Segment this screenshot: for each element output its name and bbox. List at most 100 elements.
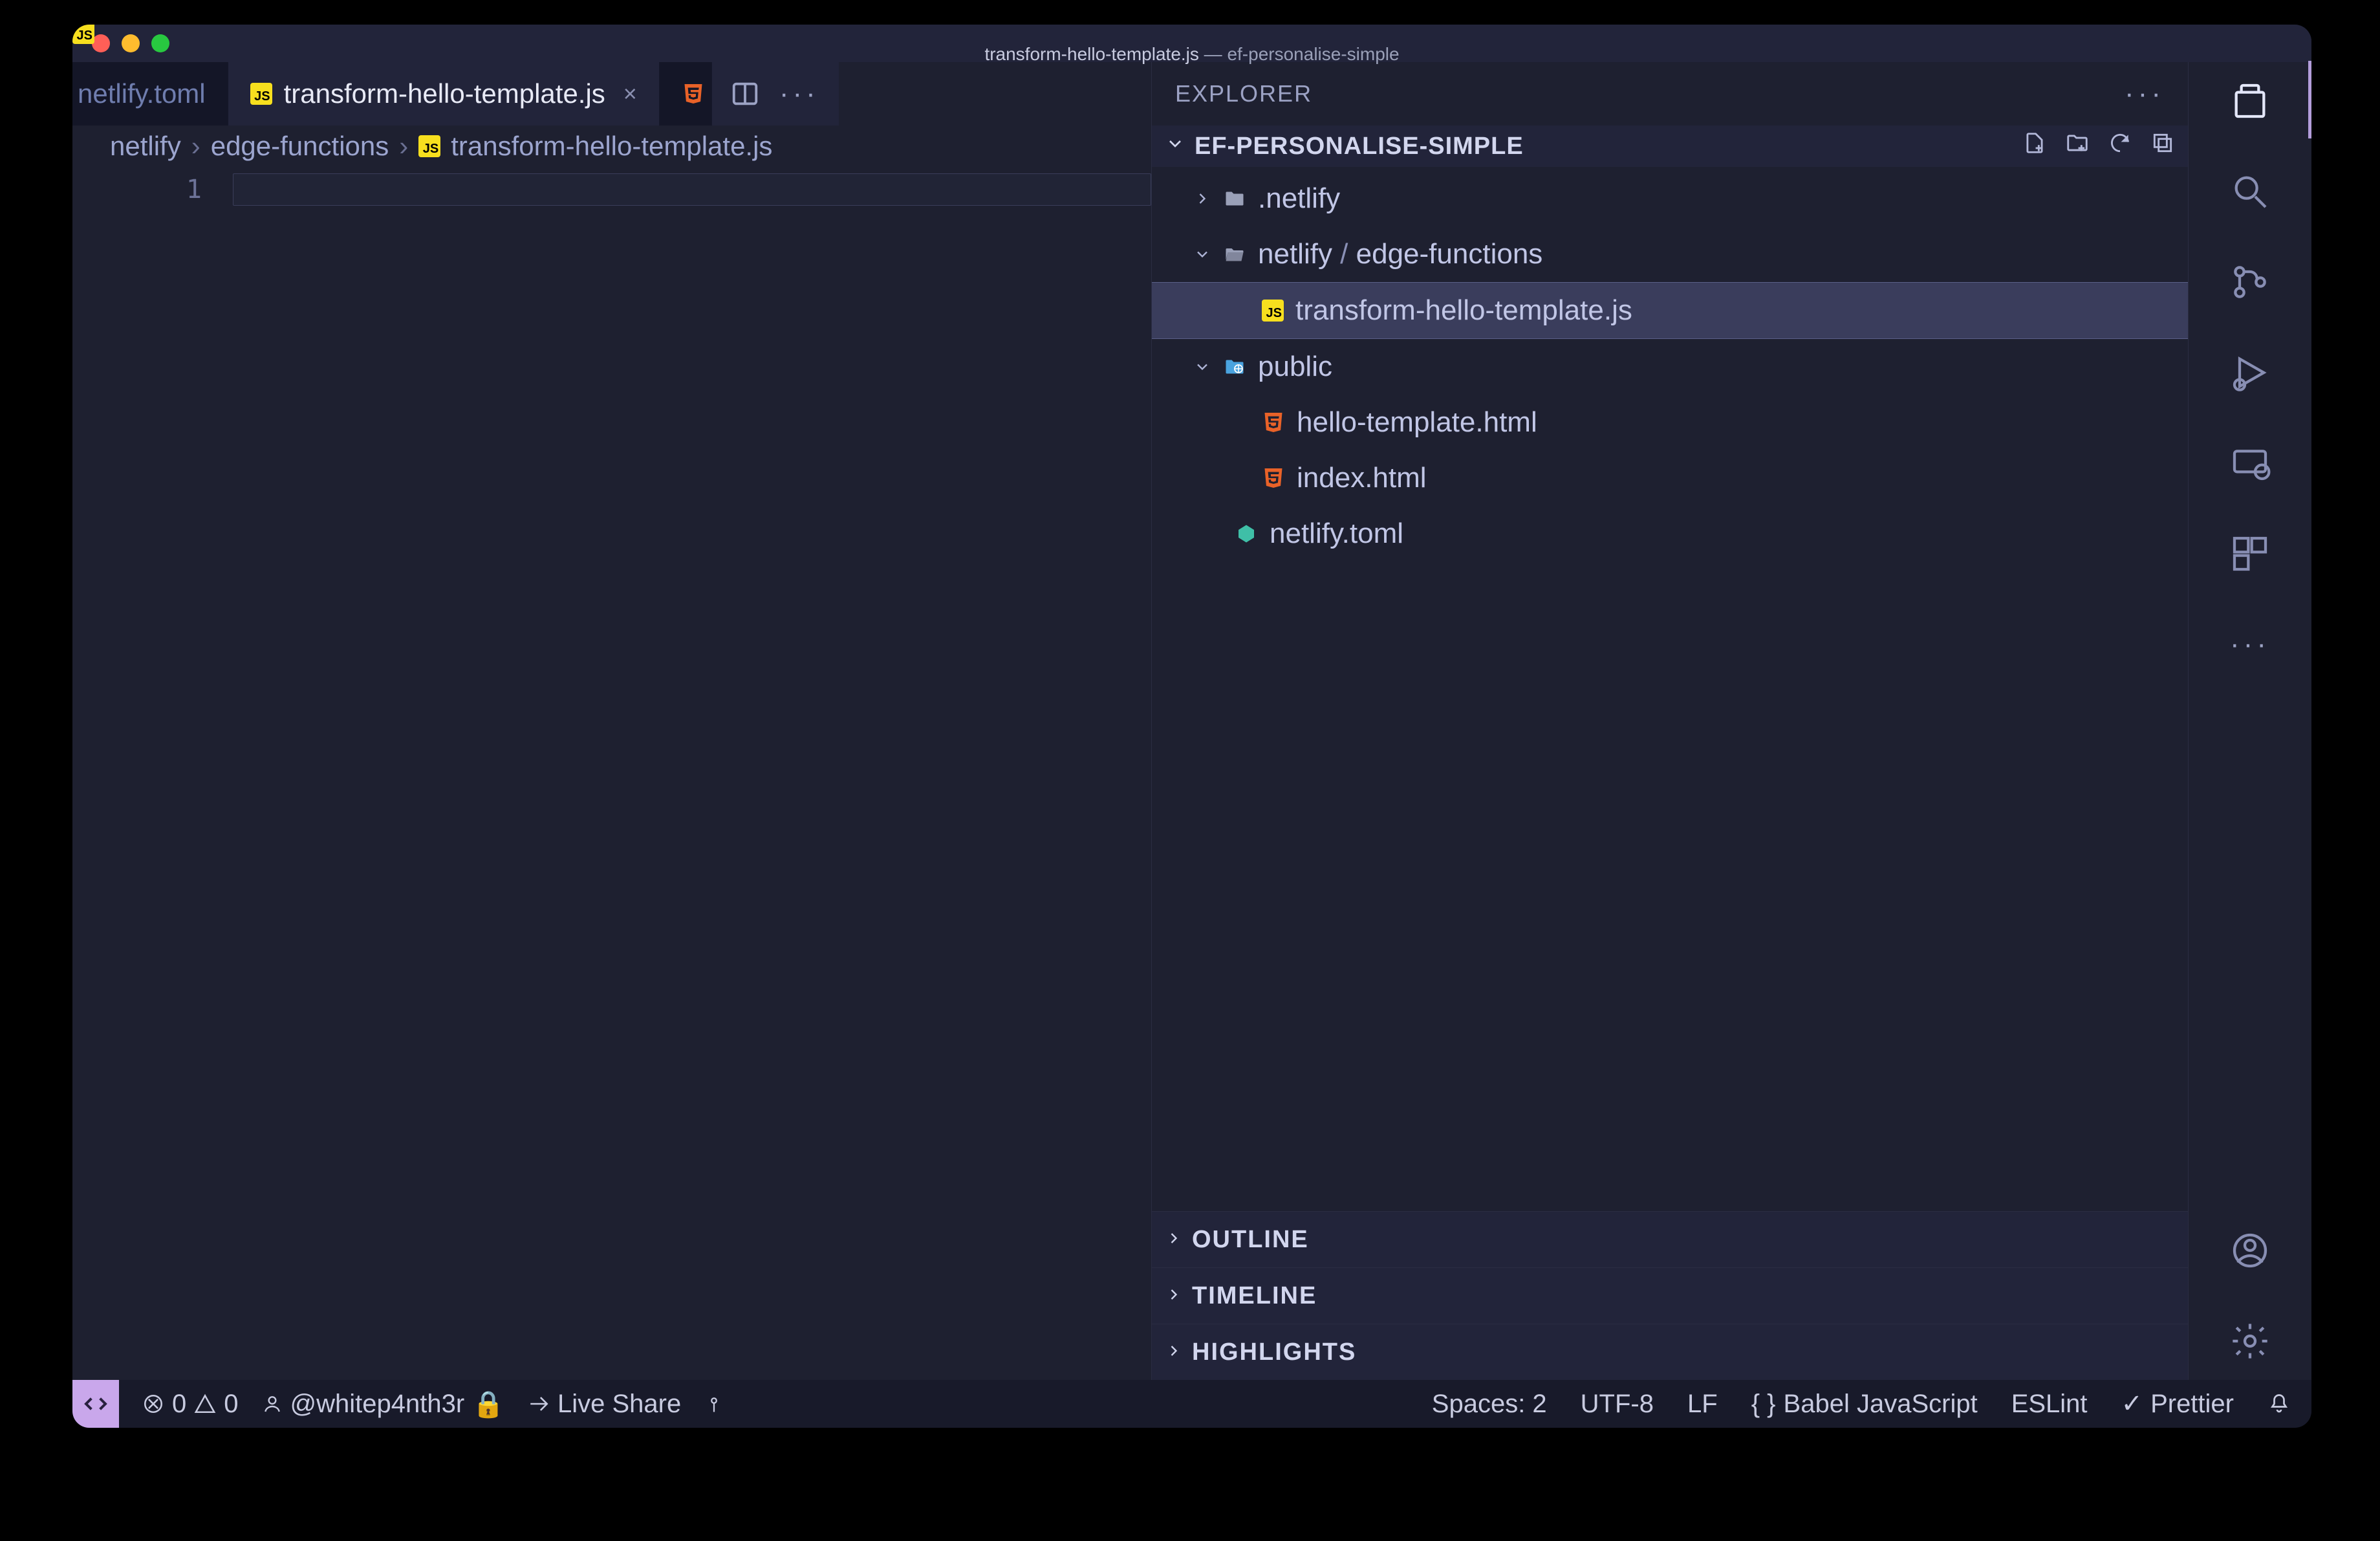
- chevron-down-icon: [1165, 133, 1185, 160]
- run-debug-icon[interactable]: [2229, 352, 2271, 393]
- remote-indicator[interactable]: [72, 1380, 119, 1428]
- current-line-highlight: [233, 173, 1151, 206]
- js-file-icon: JS: [418, 135, 440, 157]
- tab-actions: ···: [712, 62, 839, 126]
- tree-label: public: [1258, 351, 1332, 383]
- eol-label: LF: [1687, 1390, 1718, 1419]
- section-highlights[interactable]: HIGHLIGHTS: [1152, 1324, 2188, 1380]
- new-file-icon[interactable]: [2022, 131, 2047, 162]
- close-tab-icon[interactable]: ×: [623, 80, 637, 107]
- folder-icon: [1223, 187, 1246, 210]
- tree-folder-netlify-hidden[interactable]: .netlify: [1152, 171, 2188, 226]
- tree-file-hello-template[interactable]: hello-template.html: [1152, 395, 2188, 450]
- vscode-window: JS transform-hello-template.js — ef-pers…: [72, 25, 2311, 1428]
- error-count: 0: [172, 1390, 186, 1419]
- tree-label: netlify.toml: [1270, 518, 1403, 550]
- problems-status[interactable]: 0 0: [142, 1390, 239, 1419]
- tree-label: hello-template.html: [1297, 406, 1537, 439]
- settings-gear-icon[interactable]: [2229, 1320, 2271, 1362]
- collapse-all-icon[interactable]: [2150, 131, 2175, 162]
- tree-label: .netlify: [1258, 182, 1340, 215]
- activity-bar: ···: [2188, 62, 2311, 1380]
- window-controls: [72, 34, 169, 52]
- tree-file-netlify-toml[interactable]: netlify.toml: [1152, 506, 2188, 562]
- panel-title: EXPLORER: [1175, 80, 1312, 107]
- close-window-button[interactable]: [92, 34, 110, 52]
- lock-icon: 🔒: [472, 1389, 504, 1419]
- tree-label: index.html: [1297, 462, 1427, 494]
- file-tree: .netlify netlify / edge-functions: [1152, 167, 2188, 1211]
- line-number: 1: [72, 175, 202, 204]
- search-icon[interactable]: [2229, 171, 2271, 212]
- chevron-right-icon: ›: [191, 131, 200, 162]
- remote-explorer-icon[interactable]: [2229, 443, 2271, 484]
- live-share-label: Live Share: [557, 1390, 681, 1419]
- title-project: ef-personalise-simple: [1227, 44, 1399, 64]
- tree-folder-netlify-edge[interactable]: netlify / edge-functions: [1152, 226, 2188, 282]
- indentation-status[interactable]: Spaces: 2: [1432, 1390, 1547, 1419]
- js-file-icon: JS: [250, 83, 272, 105]
- language-mode-status[interactable]: { } Babel JavaScript: [1751, 1390, 1978, 1419]
- explorer-section-header[interactable]: EF-PERSONALISE-SIMPLE: [1152, 126, 2188, 167]
- panel-more-icon[interactable]: ···: [2125, 78, 2165, 110]
- minimize-window-button[interactable]: [122, 34, 140, 52]
- spaces-label: Spaces: 2: [1432, 1390, 1547, 1419]
- chevron-right-icon: [1165, 1339, 1183, 1366]
- refresh-icon[interactable]: [2108, 131, 2132, 162]
- code-editor[interactable]: 1: [72, 167, 1151, 1380]
- breadcrumbs[interactable]: netlify › edge-functions › JS transform-…: [72, 126, 1151, 167]
- html-file-icon: [1262, 466, 1285, 490]
- chevron-right-icon: [1193, 190, 1211, 208]
- section-label: TIMELINE: [1192, 1282, 1317, 1310]
- explorer-icon[interactable]: [2229, 80, 2271, 122]
- tab-transform-hello-template[interactable]: JS transform-hello-template.js ×: [228, 62, 660, 126]
- encoding-label: UTF-8: [1581, 1390, 1654, 1419]
- eslint-status[interactable]: ESLint: [2011, 1390, 2088, 1419]
- extensions-icon[interactable]: [2229, 533, 2271, 574]
- tree-folder-public[interactable]: public: [1152, 339, 2188, 395]
- tree-label: transform-hello-template.js: [1295, 294, 1632, 327]
- new-folder-icon[interactable]: [2065, 131, 2090, 162]
- section-timeline[interactable]: TIMELINE: [1152, 1267, 2188, 1324]
- tabs-bar: netlify.toml JS transform-hello-template…: [72, 62, 1151, 126]
- more-views-icon[interactable]: ···: [2229, 624, 2271, 665]
- breadcrumb-segment[interactable]: netlify: [110, 131, 181, 162]
- split-editor-icon[interactable]: [730, 79, 760, 109]
- source-control-icon[interactable]: [2229, 261, 2271, 303]
- warning-count: 0: [224, 1390, 238, 1419]
- section-outline[interactable]: OUTLINE: [1152, 1211, 2188, 1267]
- editor-group: netlify.toml JS transform-hello-template…: [72, 62, 1151, 1380]
- toml-file-icon: [1235, 522, 1258, 545]
- chevron-right-icon: [1165, 1282, 1183, 1310]
- tab-netlify-toml[interactable]: netlify.toml: [72, 62, 228, 126]
- live-share-status[interactable]: Live Share: [528, 1390, 681, 1419]
- window-title: JS transform-hello-template.js — ef-pers…: [72, 25, 2311, 65]
- editor-content[interactable]: [233, 167, 1151, 1380]
- chevron-right-icon: [1165, 1226, 1183, 1254]
- prettier-label: Prettier: [2150, 1390, 2234, 1419]
- section-title: EF-PERSONALISE-SIMPLE: [1195, 133, 1524, 160]
- breadcrumb-segment[interactable]: edge-functions: [211, 131, 389, 162]
- status-misc-icon[interactable]: [704, 1394, 724, 1414]
- account-status[interactable]: @whitep4nth3r 🔒: [262, 1389, 504, 1419]
- tree-file-transform-hello-template[interactable]: JS transform-hello-template.js: [1152, 282, 2188, 339]
- encoding-status[interactable]: UTF-8: [1581, 1390, 1654, 1419]
- tree-label: netlify / edge-functions: [1258, 238, 1542, 270]
- tab-label: netlify.toml: [78, 78, 206, 109]
- eol-status[interactable]: LF: [1687, 1390, 1718, 1419]
- maximize-window-button[interactable]: [151, 34, 169, 52]
- title-filename: transform-hello-template.js: [984, 44, 1198, 64]
- braces-icon: { }: [1751, 1390, 1776, 1419]
- accounts-icon[interactable]: [2229, 1230, 2271, 1271]
- tab-overflow[interactable]: [660, 62, 712, 126]
- breadcrumb-segment[interactable]: transform-hello-template.js: [451, 131, 772, 162]
- check-icon: ✓: [2121, 1389, 2143, 1419]
- more-actions-icon[interactable]: ···: [784, 79, 814, 109]
- notifications-icon[interactable]: [2267, 1392, 2291, 1415]
- prettier-status[interactable]: ✓ Prettier: [2121, 1389, 2234, 1419]
- line-gutter: 1: [72, 167, 233, 1380]
- explorer-panel: EXPLORER ··· EF-PERSONALISE-SIMPLE: [1151, 62, 2188, 1380]
- username: @whitep4nth3r: [290, 1390, 465, 1419]
- language-label: Babel JavaScript: [1784, 1390, 1978, 1419]
- tree-file-index-html[interactable]: index.html: [1152, 450, 2188, 506]
